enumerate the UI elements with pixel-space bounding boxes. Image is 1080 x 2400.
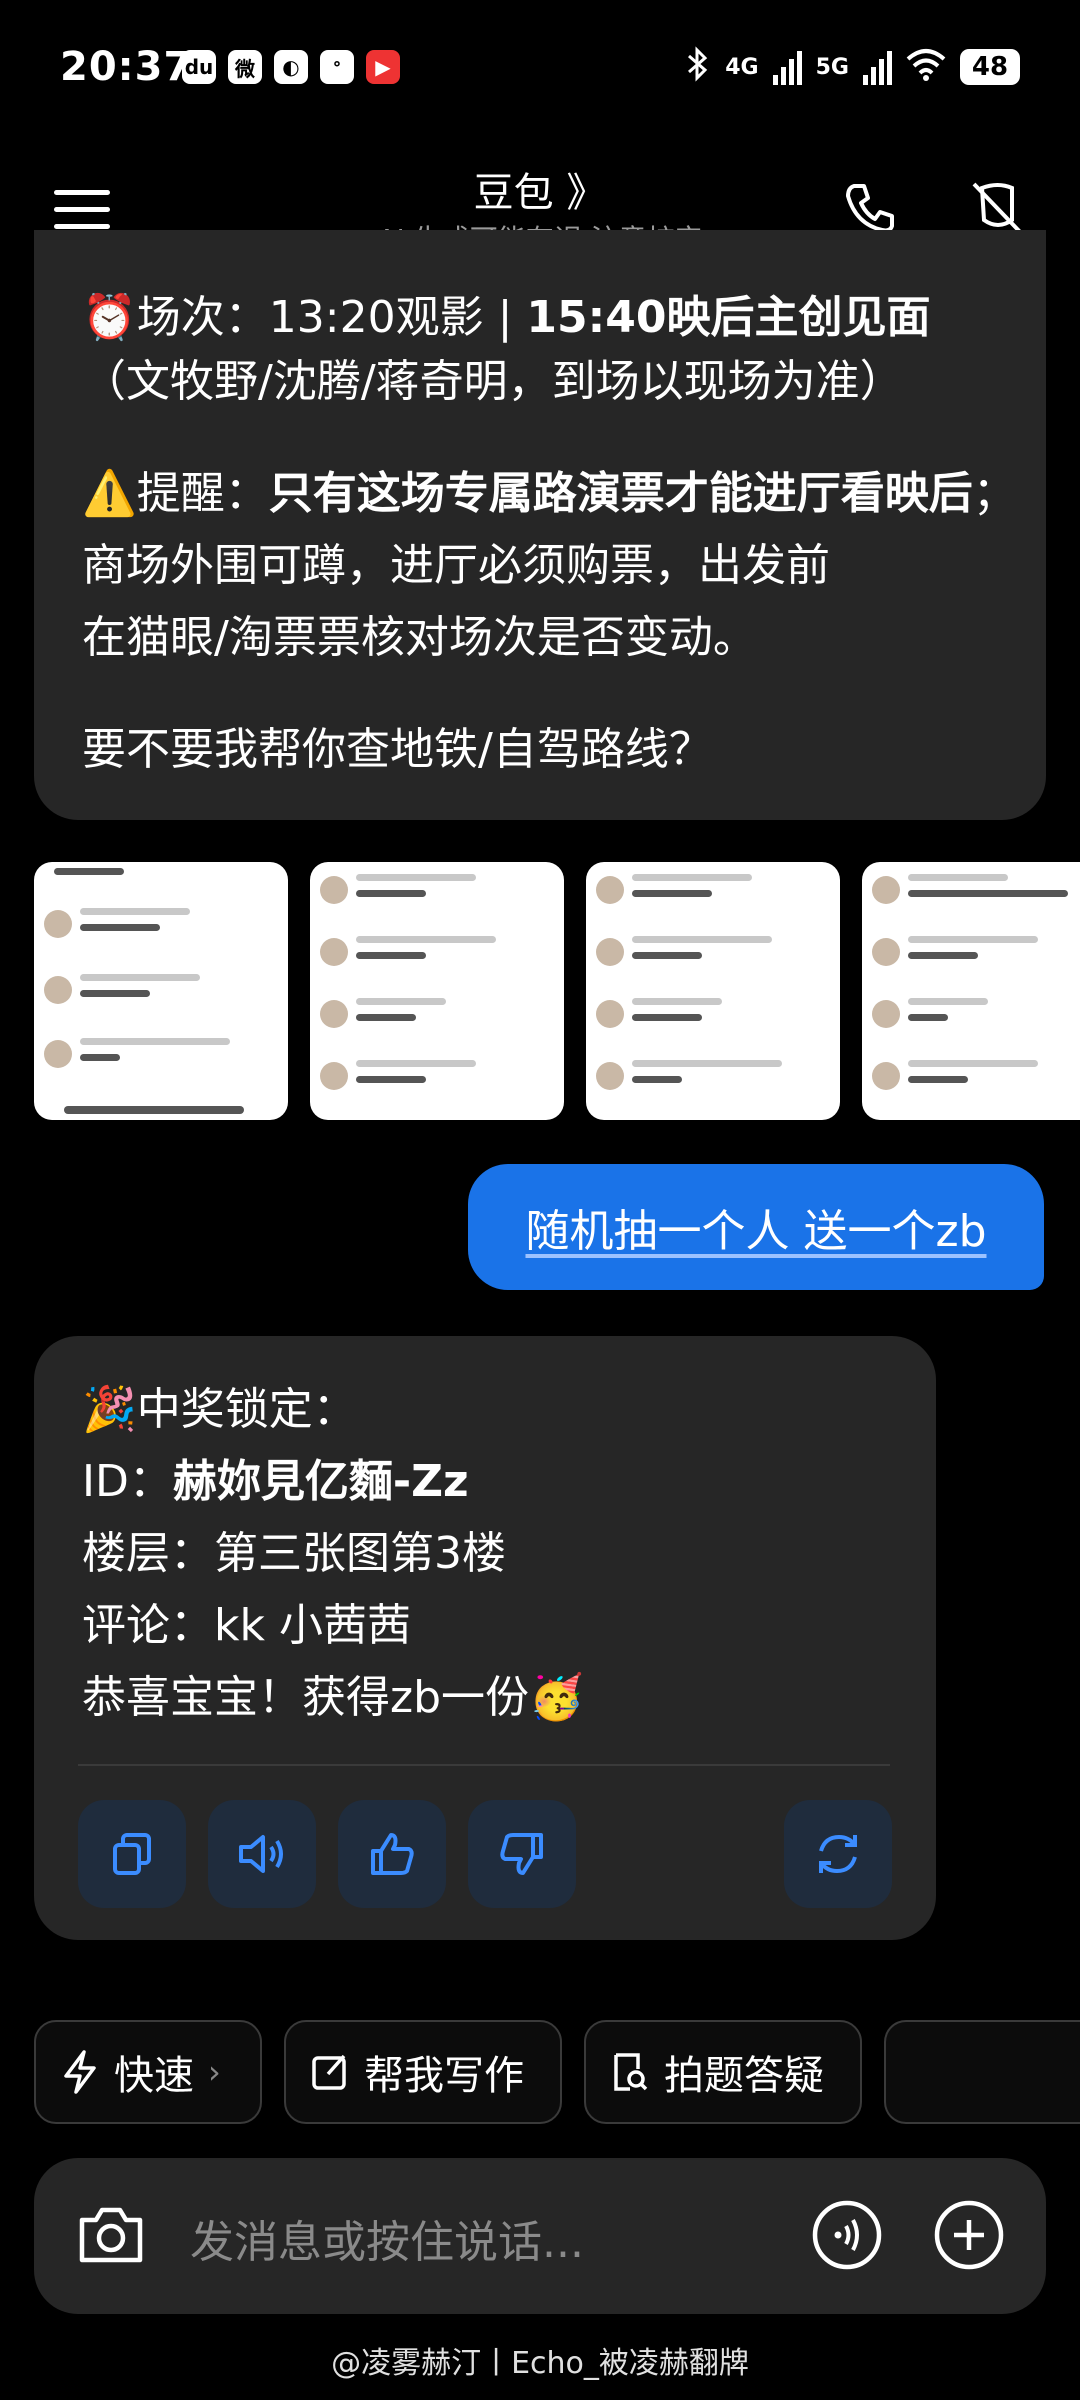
plus-icon xyxy=(934,2200,1004,2270)
net-5g-label: 5G xyxy=(815,54,849,80)
writing-chip[interactable]: 帮我写作 xyxy=(284,2020,562,2124)
read-aloud-button[interactable] xyxy=(208,1800,316,1908)
signal-icon xyxy=(772,49,802,85)
camera-button[interactable] xyxy=(74,2198,148,2276)
comment-screenshot-thumbnail[interactable] xyxy=(862,862,1080,1120)
comment-screenshot-thumbnail[interactable] xyxy=(34,862,288,1120)
app-notification-icon: ᐤ xyxy=(320,50,354,84)
battery-indicator: 48 xyxy=(960,49,1020,85)
status-right: 4G 5G 48 xyxy=(685,46,1020,88)
wechat-icon: ◐ xyxy=(274,50,308,84)
add-button[interactable] xyxy=(932,2198,1006,2276)
quick-mode-chip[interactable]: 快速 › xyxy=(34,2020,262,2124)
net-4g-label: 4G xyxy=(725,54,759,80)
chip-label: 帮我写作 xyxy=(364,2053,524,2099)
congrats-text: 恭喜宝宝！获得zb一份🥳 xyxy=(82,1672,584,1723)
chat-title[interactable]: 豆包 》 xyxy=(0,160,1080,218)
regenerate-button[interactable] xyxy=(784,1800,892,1908)
more-chip[interactable] xyxy=(884,2020,1080,2124)
comment-screenshot-thumbnail[interactable] xyxy=(586,862,840,1120)
watermark: @凌雾赫汀丨Echo_被凌赫翻牌 xyxy=(331,2346,749,2381)
message-line: 在猫眼/淘票票核对场次是否变动。 xyxy=(82,612,757,663)
lightning-icon xyxy=(64,2050,96,2094)
voice-call-button[interactable] xyxy=(810,2198,884,2276)
refresh-icon xyxy=(819,1834,857,1874)
like-button[interactable] xyxy=(338,1800,446,1908)
edit-icon xyxy=(312,2054,346,2090)
result-heading: 🎉中奖锁定： xyxy=(82,1384,357,1435)
document-search-icon xyxy=(614,2053,648,2091)
video-app-icon: ▶ xyxy=(366,50,400,84)
photo-question-chip[interactable]: 拍题答疑 xyxy=(584,2020,862,2124)
speaker-icon xyxy=(239,1835,283,1873)
comment-screenshot-thumbnail[interactable] xyxy=(310,862,564,1120)
chevron-right-icon: › xyxy=(208,2053,221,2091)
copy-button[interactable] xyxy=(78,1800,186,1908)
status-time: 20:37 xyxy=(60,44,193,90)
divider xyxy=(78,1764,890,1766)
winner-id: ID：赫妳見亿麵-Zz xyxy=(82,1456,469,1507)
copy-icon xyxy=(113,1833,151,1875)
weibo-icon: 微 xyxy=(228,50,262,84)
message-line: ⏰场次：13:20观影 | 15:40映后主创见面 xyxy=(82,292,931,343)
wifi-icon xyxy=(906,47,946,87)
user-message[interactable]: 随机抽一个人 送一个zb xyxy=(468,1164,1044,1290)
message-line: （文牧野/沈腾/蒋奇明，到场以现场为准） xyxy=(82,356,904,407)
signal-icon xyxy=(863,49,892,85)
image-thumbnails xyxy=(34,862,1080,1120)
voice-wave-icon xyxy=(812,2200,882,2270)
app-notification-icon: du xyxy=(182,50,216,84)
camera-icon xyxy=(79,2207,143,2263)
dislike-button[interactable] xyxy=(468,1800,576,1908)
thumbs-up-icon xyxy=(371,1833,414,1875)
message-input[interactable]: 发消息或按住说话... xyxy=(190,2206,584,2270)
bluetooth-icon xyxy=(685,46,711,88)
winner-comment: 评论：kk 小茜茜 xyxy=(82,1600,411,1651)
warning-text: ⚠️提醒：只有这场专属路演票才能进厅看映后；商场外围可蹲，进厅必须购票，出发前 xyxy=(82,468,1017,591)
status-app-icons: du 微 ◐ ᐤ ▶ xyxy=(182,50,400,84)
chip-label: 拍题答疑 xyxy=(664,2053,824,2099)
follow-up-question: 要不要我帮你查地铁/自驾路线？ xyxy=(82,724,713,775)
thumbs-down-icon xyxy=(500,1833,543,1875)
chip-label: 快速 xyxy=(114,2053,194,2099)
winner-floor: 楼层：第三张图第3楼 xyxy=(82,1528,506,1579)
